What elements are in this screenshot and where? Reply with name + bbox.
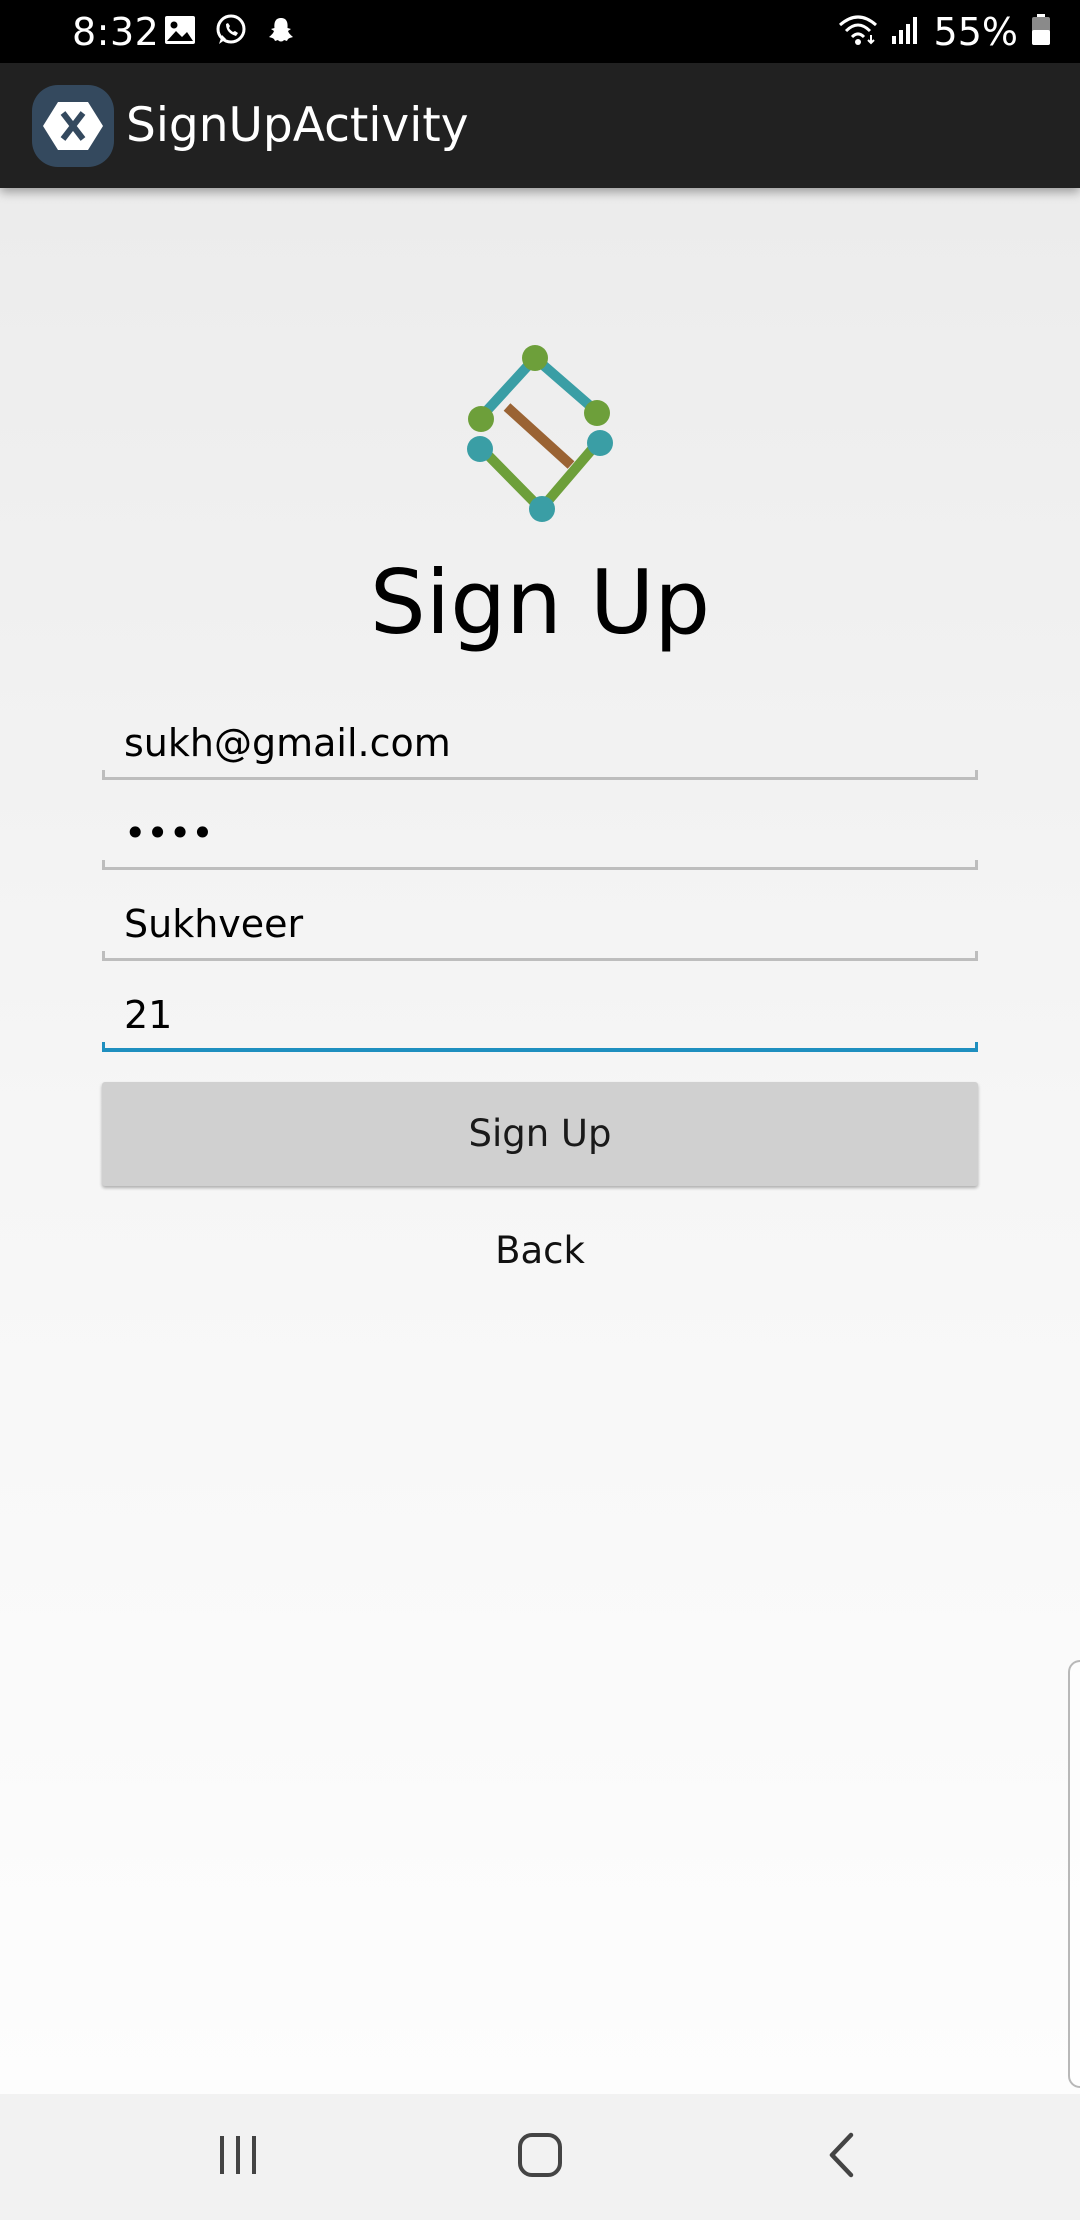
name-field[interactable] bbox=[102, 891, 978, 961]
name-input[interactable] bbox=[102, 891, 978, 957]
password-input[interactable] bbox=[102, 800, 978, 866]
wifi-icon bbox=[838, 13, 878, 52]
image-icon bbox=[164, 15, 196, 50]
email-underline bbox=[102, 770, 978, 780]
home-icon bbox=[517, 2132, 563, 2183]
notification-icons bbox=[164, 14, 296, 50]
xamarin-app-icon bbox=[32, 85, 114, 167]
age-input[interactable] bbox=[102, 982, 978, 1048]
sign-up-logo bbox=[460, 343, 620, 533]
age-underline bbox=[102, 1042, 978, 1052]
email-input[interactable] bbox=[102, 710, 978, 776]
recents-icon bbox=[216, 2134, 260, 2181]
age-field[interactable] bbox=[102, 982, 978, 1052]
status-bar: 8:32 55% bbox=[0, 0, 1080, 63]
signal-icon bbox=[890, 14, 922, 51]
password-field[interactable] bbox=[102, 800, 978, 870]
page-title: Sign Up bbox=[369, 551, 711, 654]
battery-percent: 55% bbox=[933, 10, 1018, 54]
status-time: 8:32 bbox=[72, 10, 160, 54]
sign-up-button[interactable]: Sign Up bbox=[102, 1082, 978, 1186]
recents-button[interactable] bbox=[188, 2117, 288, 2197]
edge-panel-handle[interactable] bbox=[1068, 1660, 1080, 2088]
back-nav-button[interactable] bbox=[792, 2117, 892, 2197]
app-title: SignUpActivity bbox=[126, 98, 469, 153]
action-bar: SignUpActivity bbox=[0, 63, 1080, 188]
password-underline bbox=[102, 860, 978, 870]
email-field[interactable] bbox=[102, 710, 978, 780]
back-icon bbox=[827, 2132, 857, 2183]
navigation-bar bbox=[0, 2094, 1080, 2220]
whatsapp-icon bbox=[214, 13, 248, 52]
snapchat-icon bbox=[266, 15, 296, 50]
home-button[interactable] bbox=[490, 2117, 590, 2197]
name-underline bbox=[102, 951, 978, 961]
system-icons: 55% bbox=[838, 8, 1052, 56]
back-button[interactable]: Back bbox=[390, 1218, 690, 1284]
sign-up-form: Sign Up Sign Up Back bbox=[0, 188, 1080, 2094]
battery-icon bbox=[1030, 13, 1052, 52]
